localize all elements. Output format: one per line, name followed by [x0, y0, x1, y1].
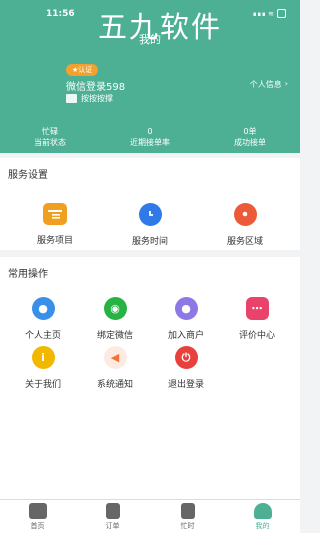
service-area-label: 服务区域: [226, 237, 263, 247]
bottom-nav: 首页 订单 忙时 我的: [0, 499, 300, 533]
join-merchant-button[interactable]: ● 加入商户: [151, 297, 221, 341]
join-merchant-label: 加入商户: [167, 331, 204, 341]
chevron-right-icon: ›: [284, 79, 288, 88]
order-mode-label: 按按按撑: [81, 94, 113, 103]
message-icon: ⋯: [245, 297, 269, 320]
nav-home[interactable]: 首页: [0, 500, 75, 533]
about-us-label: 关于我们: [24, 380, 61, 390]
system-notice-button[interactable]: ◀ 系统通知: [80, 346, 150, 390]
stat-label: 当前状态: [34, 138, 66, 147]
logout-button[interactable]: ⏻ 退出登录: [151, 346, 221, 390]
service-time-button[interactable]: 服务时间: [115, 203, 185, 247]
order-mode-icon: [66, 94, 77, 103]
review-center-label: 评价中心: [238, 331, 275, 341]
power-icon: ⏻: [174, 346, 198, 369]
user-name: 微信登录598: [66, 82, 126, 93]
bind-wechat-label: 绑定微信: [96, 331, 133, 341]
home-icon: [28, 503, 47, 519]
page-title: 我的: [139, 33, 161, 46]
logout-label: 退出登录: [167, 380, 204, 390]
location-icon: [233, 203, 257, 226]
personal-homepage-label: 个人主页: [24, 331, 61, 341]
service-area-button[interactable]: 服务区域: [210, 203, 280, 247]
stat-status: 忙碌 当前状态: [0, 126, 100, 148]
my-page: 11:56 ∎∎∎ ≋ 五九软件 我的 ★认证 微信登录598 按按按撑 个人信…: [0, 0, 300, 533]
nav-orders[interactable]: 订单: [75, 500, 150, 533]
wechat-icon: ◉: [103, 297, 127, 320]
stat-label: 成功接单: [234, 138, 266, 147]
profile-icon: [253, 503, 272, 519]
stats-row: 忙碌 当前状态 0 近期接单率 0单 成功接单: [0, 126, 300, 148]
battery-icon: [277, 9, 286, 18]
orders-icon: [105, 503, 120, 519]
busy-icon: [180, 503, 195, 519]
review-center-button[interactable]: ⋯ 评价中心: [222, 297, 292, 341]
nav-label: 订单: [105, 522, 120, 530]
nav-label: 忙时: [180, 522, 195, 530]
section-title: 常用操作: [8, 269, 48, 280]
section-title: 服务设置: [8, 170, 48, 181]
service-time-label: 服务时间: [131, 237, 168, 247]
stat-label: 近期接单率: [130, 138, 170, 147]
status-time: 11:56: [46, 9, 75, 19]
stat-value: 0: [147, 127, 153, 136]
signal-icon: ∎∎∎ ≋: [252, 10, 274, 18]
service-items-button[interactable]: 服务项目: [20, 203, 90, 246]
profile-header: 11:56 ∎∎∎ ≋ 五九软件 我的 ★认证 微信登录598 按按按撑 个人信…: [0, 0, 300, 153]
stat-value: 0单: [243, 127, 257, 136]
about-us-button[interactable]: i 关于我们: [8, 346, 78, 390]
verified-badge: ★认证: [66, 64, 99, 76]
bind-wechat-button[interactable]: ◉ 绑定微信: [80, 297, 150, 341]
speaker-icon: ◀: [103, 346, 127, 369]
clock-icon: [138, 203, 162, 226]
nav-label: 我的: [255, 522, 270, 530]
nav-profile[interactable]: 我的: [225, 500, 300, 533]
common-actions-section: 常用操作 ● 个人主页 ◉ 绑定微信 ● 加入商户 ⋯ 评价中心 i 关于我们 …: [0, 257, 300, 499]
stat-success: 0单 成功接单: [200, 126, 300, 148]
info-icon: i: [31, 346, 55, 369]
profile-info-link[interactable]: 个人信息 ›: [250, 79, 288, 90]
stat-value: 忙碌: [42, 127, 58, 136]
user-icon: ●: [31, 297, 55, 320]
system-notice-label: 系统通知: [96, 380, 133, 390]
list-icon: [43, 203, 67, 225]
nav-busy[interactable]: 忙时: [150, 500, 225, 533]
users-icon: ●: [174, 297, 198, 320]
service-settings-section: 服务设置 服务项目 服务时间 服务区域: [0, 158, 300, 250]
stat-rate: 0 近期接单率: [100, 126, 200, 148]
personal-homepage-button[interactable]: ● 个人主页: [8, 297, 78, 341]
service-items-label: 服务项目: [36, 236, 73, 246]
nav-label: 首页: [30, 522, 45, 530]
profile-info-label: 个人信息: [249, 80, 282, 89]
order-mode[interactable]: 按按按撑: [66, 93, 113, 104]
